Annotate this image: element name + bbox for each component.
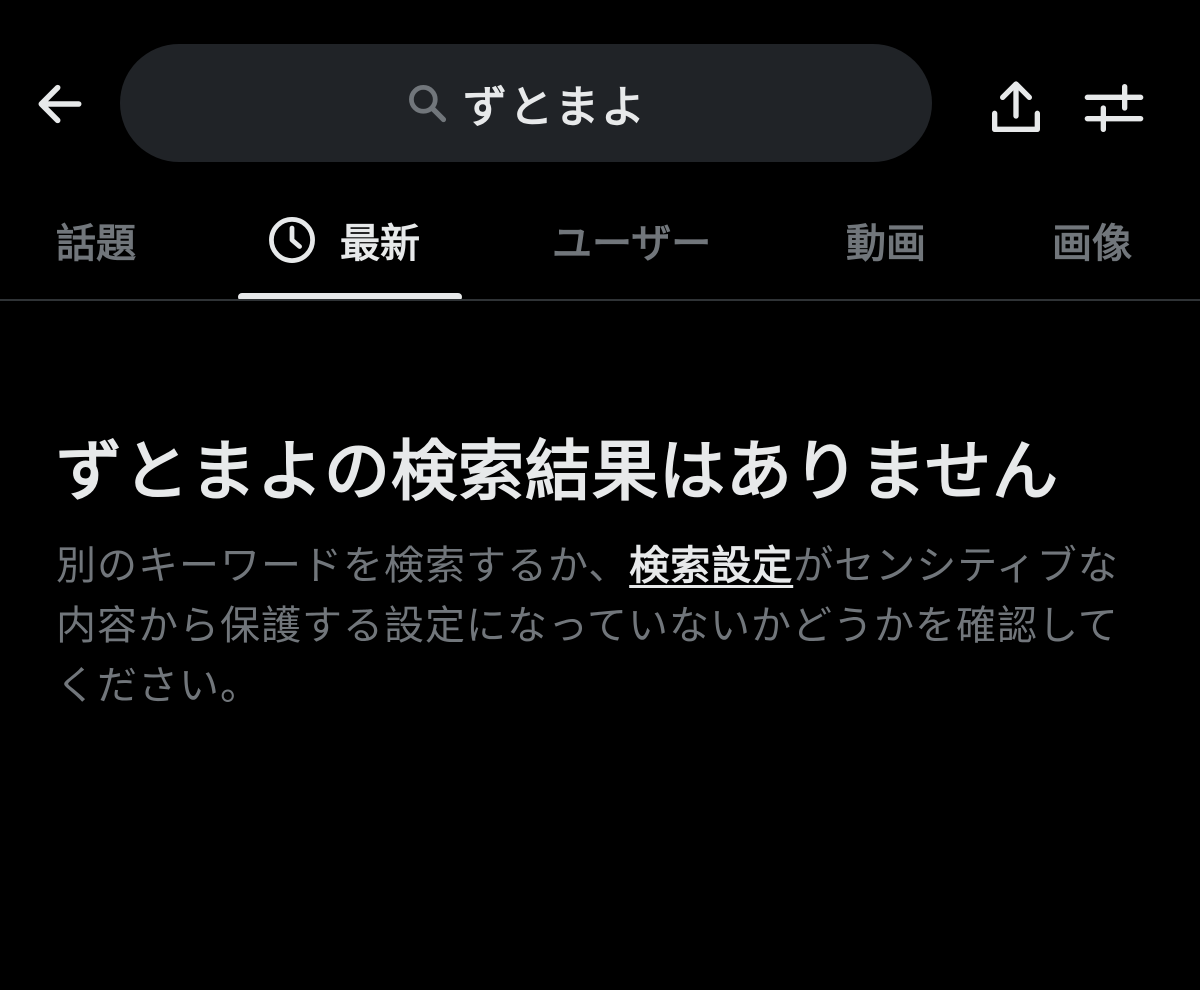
search-query-text: ずとまよ xyxy=(463,82,647,133)
tab-label: 動画 xyxy=(846,221,926,267)
top-bar: ずとまよ xyxy=(0,0,1200,200)
tab-topics[interactable]: 話題 xyxy=(56,190,136,290)
tab-label: 画像 xyxy=(1052,221,1132,267)
empty-state: ずとまよの検索結果はありません 別のキーワードを検索するか、検索設定がセンシティ… xyxy=(56,418,1156,716)
sliders-filter-icon xyxy=(1084,84,1144,132)
search-settings-link[interactable]: 検索設定 xyxy=(629,543,793,589)
search-icon xyxy=(409,85,447,123)
empty-state-description: 別のキーワードを検索するか、検索設定がセンシティブな内容から保護する設定になって… xyxy=(56,536,1156,716)
description-text-before: 別のキーワードを検索するか、 xyxy=(56,543,630,589)
search-input[interactable]: ずとまよ xyxy=(120,44,932,162)
tab-latest[interactable]: 最新 xyxy=(266,190,420,290)
tab-images[interactable]: 画像 xyxy=(1052,190,1132,290)
tab-label: 最新 xyxy=(340,221,420,267)
arrow-left-icon xyxy=(38,84,82,124)
share-upload-icon xyxy=(992,81,1040,132)
tabs-divider xyxy=(0,299,1200,301)
tab-label: 話題 xyxy=(56,221,136,267)
tab-users[interactable]: ユーザー xyxy=(552,190,711,290)
search-results-screen: ずとまよ 話題 最新 ユーザー 動画 画像 ずとまよの検索結果はありません 別の… xyxy=(0,0,1200,990)
empty-state-title: ずとまよの検索結果はありません xyxy=(56,433,1060,510)
back-button[interactable] xyxy=(24,68,96,140)
search-filter-button[interactable] xyxy=(1074,68,1154,148)
search-tabs: 話題 最新 ユーザー 動画 画像 xyxy=(0,190,1200,301)
tab-label: ユーザー xyxy=(552,221,712,267)
tab-videos[interactable]: 動画 xyxy=(846,190,926,290)
clock-icon xyxy=(269,217,315,263)
share-button[interactable] xyxy=(976,68,1056,148)
